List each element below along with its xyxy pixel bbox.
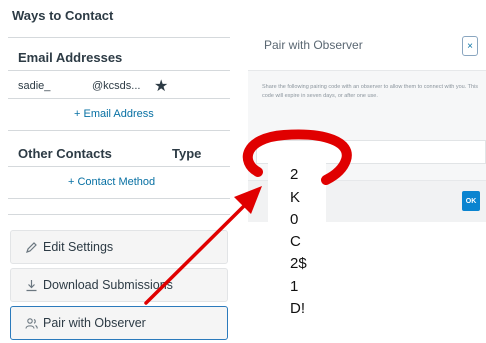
annotation-arrow-shaft <box>144 202 248 305</box>
highlight-oval <box>242 129 352 185</box>
annotation-overlay <box>144 129 352 305</box>
